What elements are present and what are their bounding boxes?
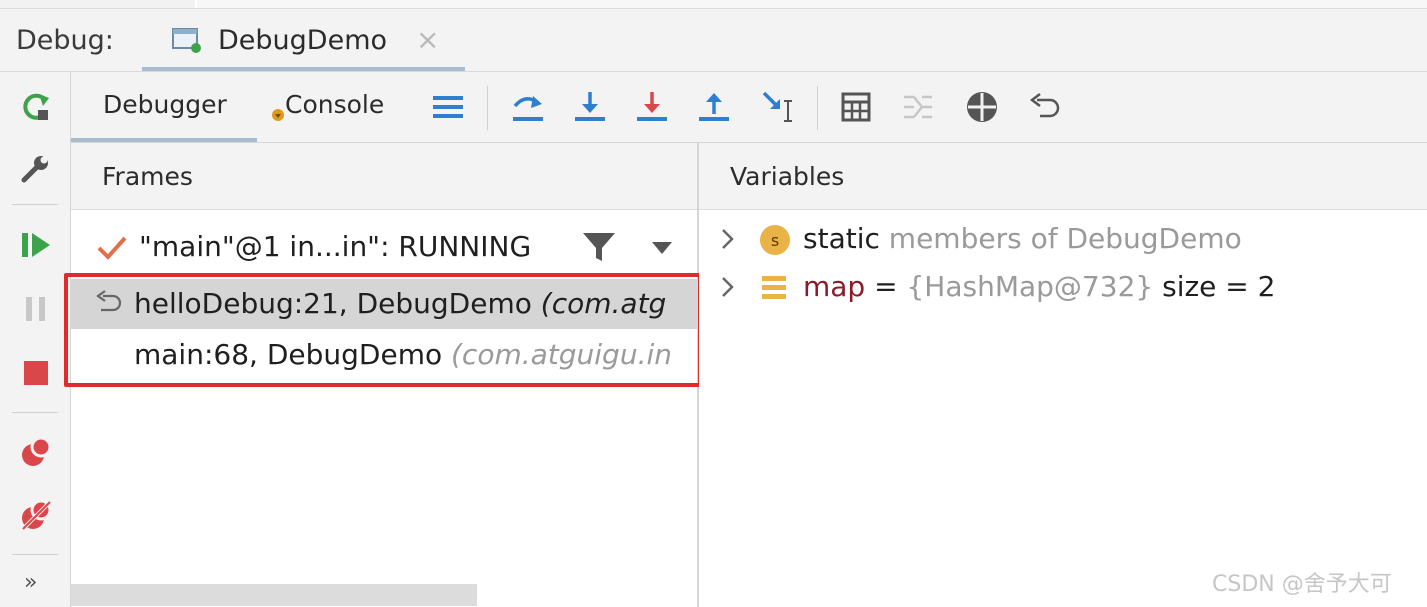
tab-debugdemo-label: DebugDemo <box>218 25 388 56</box>
run-config-icon <box>172 28 201 53</box>
variable-equals: = <box>865 270 907 303</box>
frames-header: Frames <box>71 143 697 210</box>
close-icon[interactable]: × <box>416 23 439 56</box>
toolbar-separator <box>487 86 488 130</box>
top-strip-pane <box>195 0 1427 8</box>
field-icon <box>762 276 786 299</box>
chevron-right-icon[interactable] <box>717 272 739 302</box>
step-into-icon[interactable] <box>569 86 611 128</box>
force-step-into-icon[interactable] <box>631 86 673 128</box>
variable-value: {HashMap@732} <box>906 270 1154 303</box>
variable-keyword: static <box>803 222 880 255</box>
layout-menu-icon[interactable] <box>427 86 469 128</box>
chevron-right-icon[interactable] <box>717 224 739 254</box>
filter-icon[interactable] <box>581 230 617 264</box>
side-separator <box>12 204 58 205</box>
watermark: CSDN @舍予大可 <box>1212 572 1392 597</box>
top-strip <box>0 0 1427 9</box>
tab-debugger[interactable]: Debugger <box>103 90 227 119</box>
debug-header: Debug: DebugDemo × <box>0 9 1427 72</box>
frames-pane: "main"@1 in...in": RUNNING helloDebug:21… <box>71 210 697 607</box>
debug-label: Debug: <box>16 25 114 56</box>
annotation-highlight-box <box>64 273 702 387</box>
chevron-down-icon[interactable] <box>647 232 677 262</box>
view-threads-icon[interactable] <box>961 86 1003 128</box>
view-breakpoints-icon[interactable] <box>16 432 56 472</box>
toolbar-separator <box>817 86 818 130</box>
variable-description: members of DebugDemo <box>879 222 1242 255</box>
variable-name: map <box>803 270 866 303</box>
horizontal-scrollbar[interactable] <box>71 584 477 606</box>
variable-label: static members of DebugDemo <box>803 222 1242 255</box>
restore-icon[interactable] <box>1023 86 1065 128</box>
active-tab-underline <box>142 67 465 71</box>
run-to-cursor-icon[interactable] <box>757 86 799 128</box>
variable-size: size = 2 <box>1153 270 1276 303</box>
variables-title: Variables <box>730 162 845 191</box>
variables-pane: s static members of DebugDemo map = {Has… <box>699 210 1427 607</box>
frames-title: Frames <box>102 162 193 191</box>
thread-selector[interactable]: "main"@1 in...in": RUNNING <box>71 224 697 270</box>
rerun-icon[interactable] <box>16 87 56 127</box>
svg-text:s: s <box>771 231 779 250</box>
active-tab-underline <box>71 138 257 142</box>
trace-stream-icon[interactable] <box>897 86 939 128</box>
debug-side-toolbar: » <box>0 72 71 607</box>
more-actions-icon[interactable]: » <box>24 570 37 595</box>
console-warning-icon <box>272 109 284 121</box>
mute-breakpoints-icon[interactable] <box>16 495 56 535</box>
static-icon: s <box>760 225 790 255</box>
debugger-toolbar: Debugger Console <box>71 72 1427 143</box>
resume-icon[interactable] <box>16 225 56 265</box>
variable-row-map[interactable]: map = {HashMap@732} size = 2 <box>699 264 1427 312</box>
tab-debugdemo[interactable]: DebugDemo × <box>142 9 465 71</box>
stop-icon[interactable] <box>16 353 56 393</box>
side-separator <box>12 554 58 555</box>
thread-label: "main"@1 in...in": RUNNING <box>139 230 532 263</box>
step-out-icon[interactable] <box>693 86 735 128</box>
step-over-icon[interactable] <box>507 86 549 128</box>
tab-console[interactable]: Console <box>285 90 384 119</box>
evaluate-expression-icon[interactable] <box>835 86 877 128</box>
variables-header: Variables <box>699 143 1427 210</box>
check-icon <box>97 236 127 260</box>
pause-icon[interactable] <box>16 289 56 329</box>
side-separator <box>12 412 58 413</box>
variable-row-static[interactable]: s static members of DebugDemo <box>699 216 1427 264</box>
wrench-icon[interactable] <box>16 148 56 188</box>
variable-label: map = {HashMap@732} size = 2 <box>803 270 1275 303</box>
